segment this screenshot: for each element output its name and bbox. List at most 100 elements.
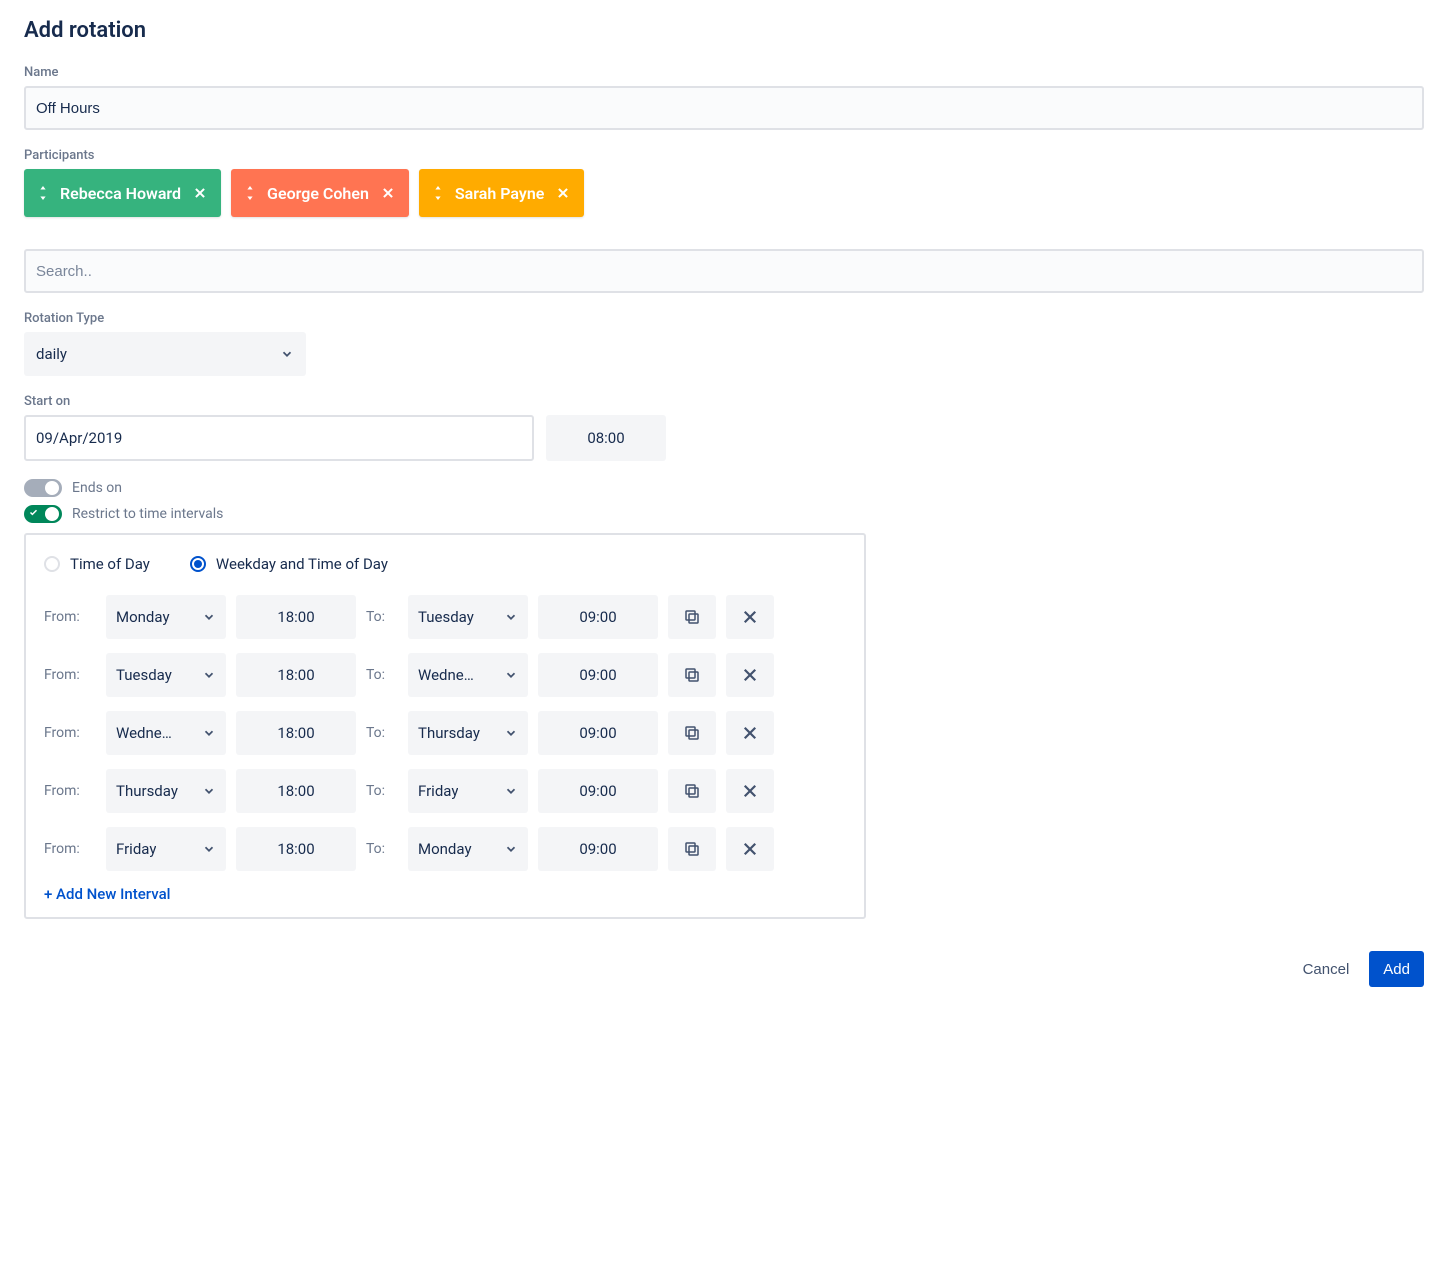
copy-icon xyxy=(683,782,701,800)
chevron-down-icon xyxy=(202,726,216,740)
name-input[interactable] xyxy=(24,86,1424,130)
day-value: Tuesday xyxy=(418,608,474,626)
time-value: 09:00 xyxy=(579,840,616,858)
interval-row: From: Monday18:00 To: Tuesday 09:00 xyxy=(44,595,846,639)
to-time-input[interactable]: 09:00 xyxy=(538,595,658,639)
start-time-value: 08:00 xyxy=(587,429,624,447)
close-icon xyxy=(741,840,759,858)
chevron-down-icon xyxy=(202,668,216,682)
add-interval-link[interactable]: + Add New Interval xyxy=(44,885,170,903)
restrict-toggle[interactable] xyxy=(24,505,62,523)
start-date-input[interactable]: 09/Apr/2019 xyxy=(24,415,534,461)
from-label: From: xyxy=(44,667,96,683)
copy-interval-button[interactable] xyxy=(668,827,716,871)
rotation-type-select[interactable]: daily xyxy=(24,332,306,376)
drag-handle-icon[interactable] xyxy=(245,186,255,200)
chevron-down-icon xyxy=(504,726,518,740)
participant-name: Rebecca Howard xyxy=(60,184,181,203)
remove-interval-button[interactable] xyxy=(726,653,774,697)
ends-on-toggle[interactable] xyxy=(24,479,62,497)
to-day-select[interactable]: Monday xyxy=(408,827,528,871)
from-day-select[interactable]: Thursday xyxy=(106,769,226,813)
drag-handle-icon[interactable] xyxy=(433,186,443,200)
day-value: Friday xyxy=(116,840,156,858)
copy-interval-button[interactable] xyxy=(668,769,716,813)
close-icon xyxy=(741,608,759,626)
to-label: To: xyxy=(366,841,398,857)
chevron-down-icon xyxy=(202,842,216,856)
to-time-input[interactable]: 09:00 xyxy=(538,827,658,871)
from-time-input[interactable]: 18:00 xyxy=(236,769,356,813)
to-label: To: xyxy=(366,609,398,625)
participant-chip[interactable]: George Cohen xyxy=(231,169,409,217)
remove-interval-button[interactable] xyxy=(726,711,774,755)
remove-interval-button[interactable] xyxy=(726,595,774,639)
interval-row: From:Wedne…18:00To:Thursday09:00 xyxy=(44,711,846,755)
interval-mode-radio[interactable]: Time of Day xyxy=(44,555,150,573)
check-icon xyxy=(29,508,38,520)
add-button[interactable]: Add xyxy=(1369,951,1424,987)
from-label: From: xyxy=(44,725,96,741)
radio-icon xyxy=(44,556,60,572)
interval-row: From:Thursday18:00To:Friday09:00 xyxy=(44,769,846,813)
remove-chip-icon[interactable] xyxy=(556,186,570,200)
chevron-down-icon xyxy=(504,668,518,682)
interval-row: From: Friday 18:00 To: Monday 09:00 xyxy=(44,827,846,871)
from-time-input[interactable]: 18:00 xyxy=(236,827,356,871)
chevron-down-icon xyxy=(202,610,216,624)
participant-name: George Cohen xyxy=(267,184,369,203)
intervals-panel: Time of Day Weekday and Time of Day From:… xyxy=(24,533,866,919)
to-time-input[interactable]: 09:00 xyxy=(538,653,658,697)
cancel-button[interactable]: Cancel xyxy=(1303,961,1350,978)
remove-chip-icon[interactable] xyxy=(193,186,207,200)
from-time-input[interactable]: 18:00 xyxy=(236,653,356,697)
copy-icon xyxy=(683,840,701,858)
from-time-input[interactable]: 18:00 xyxy=(236,595,356,639)
remove-interval-button[interactable] xyxy=(726,769,774,813)
from-day-select[interactable]: Wedne… xyxy=(106,711,226,755)
to-label: To: xyxy=(366,667,398,683)
interval-mode-radio[interactable]: Weekday and Time of Day xyxy=(190,555,388,573)
drag-handle-icon[interactable] xyxy=(38,186,48,200)
copy-interval-button[interactable] xyxy=(668,595,716,639)
name-label: Name xyxy=(24,65,1424,80)
participant-chip[interactable]: Rebecca Howard xyxy=(24,169,221,217)
participant-chip[interactable]: Sarah Payne xyxy=(419,169,585,217)
interval-row: From: Tuesday 18:00 To: Wedne… 09:00 xyxy=(44,653,846,697)
chevron-down-icon xyxy=(504,842,518,856)
rotation-type-value: daily xyxy=(36,345,67,363)
remove-interval-button[interactable] xyxy=(726,827,774,871)
copy-icon xyxy=(683,608,701,626)
start-label: Start on xyxy=(24,394,1424,409)
from-label: From: xyxy=(44,841,96,857)
copy-icon xyxy=(683,666,701,684)
participants-search-input[interactable] xyxy=(24,249,1424,293)
radio-icon xyxy=(190,556,206,572)
to-label: To: xyxy=(366,783,398,799)
time-value: 09:00 xyxy=(579,666,616,684)
from-label: From: xyxy=(44,609,96,625)
to-time-input[interactable]: 09:00 xyxy=(538,711,658,755)
to-day-select[interactable]: Wedne… xyxy=(408,653,528,697)
to-day-select[interactable]: Thursday xyxy=(408,711,528,755)
copy-interval-button[interactable] xyxy=(668,653,716,697)
chevron-down-icon xyxy=(202,784,216,798)
participant-name: Sarah Payne xyxy=(455,184,545,203)
day-value: Thursday xyxy=(418,724,480,742)
copy-icon xyxy=(683,724,701,742)
start-time-input[interactable]: 08:00 xyxy=(546,415,666,461)
day-value: Friday xyxy=(418,782,458,800)
from-day-select[interactable]: Monday xyxy=(106,595,226,639)
to-time-input[interactable]: 09:00 xyxy=(538,769,658,813)
close-icon xyxy=(741,666,759,684)
copy-interval-button[interactable] xyxy=(668,711,716,755)
from-day-select[interactable]: Friday xyxy=(106,827,226,871)
to-day-select[interactable]: Friday xyxy=(408,769,528,813)
from-day-select[interactable]: Tuesday xyxy=(106,653,226,697)
remove-chip-icon[interactable] xyxy=(381,186,395,200)
to-day-select[interactable]: Tuesday xyxy=(408,595,528,639)
chevron-down-icon xyxy=(504,610,518,624)
day-value: Tuesday xyxy=(116,666,172,684)
from-time-input[interactable]: 18:00 xyxy=(236,711,356,755)
time-value: 09:00 xyxy=(579,608,616,626)
